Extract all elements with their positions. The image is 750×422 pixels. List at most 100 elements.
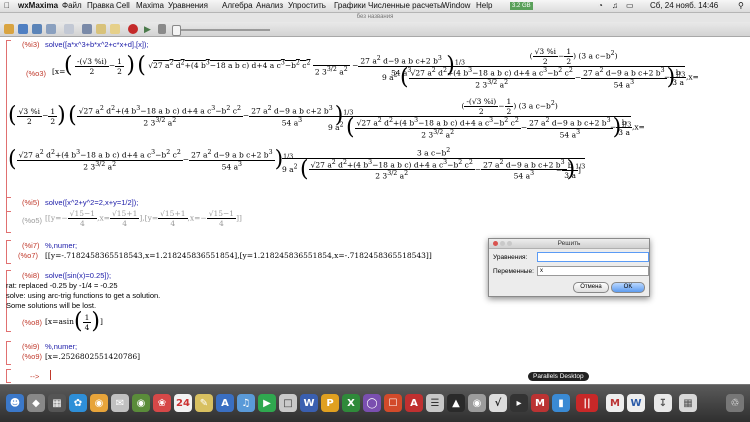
worksheet[interactable]: (%i3) solve([a*x^3+b*x^2+c*x+d],[x]); (%… bbox=[0, 37, 750, 384]
input-expression[interactable]: solve([a*x^3+b*x^2+c*x+d],[x]); bbox=[45, 40, 149, 49]
new-document-icon[interactable] bbox=[4, 24, 14, 34]
parallels-vm-icon[interactable]: || bbox=[576, 394, 598, 412]
cancel-button[interactable]: Отмена bbox=[573, 282, 609, 293]
output-expression: [[y=-.7182458365518543,x=1.2182458365518… bbox=[45, 251, 432, 260]
copy-icon[interactable] bbox=[96, 24, 106, 34]
output-label: (%o5) bbox=[22, 216, 43, 225]
itunes-icon[interactable]: ♫ bbox=[237, 394, 255, 412]
onenote-icon[interactable]: ◯ bbox=[363, 394, 381, 412]
print-icon[interactable] bbox=[46, 24, 56, 34]
cell-bracket[interactable] bbox=[6, 240, 11, 264]
menu-app[interactable]: wxMaxima bbox=[18, 0, 58, 12]
menu-plots[interactable]: Графики bbox=[334, 0, 366, 12]
interrupt-icon[interactable] bbox=[128, 24, 138, 34]
message-line: solve: using arc-trig functions to get a… bbox=[6, 291, 161, 300]
app-store-icon[interactable]: A bbox=[216, 394, 234, 412]
equations-input[interactable] bbox=[537, 252, 649, 262]
open-icon[interactable] bbox=[18, 24, 28, 34]
b-over-3a: − b 3 a ,x= bbox=[664, 68, 699, 87]
input-expression[interactable]: solve([sin(x)=0.25]); bbox=[45, 271, 111, 280]
slider-knob[interactable] bbox=[172, 25, 181, 36]
text-cursor bbox=[50, 370, 51, 380]
input-expression[interactable]: %,numer; bbox=[45, 241, 77, 250]
volume-icon[interactable]: ♫ bbox=[612, 0, 618, 12]
contacts-icon[interactable]: ◉ bbox=[132, 394, 150, 412]
spotlight-icon[interactable]: ⚲ bbox=[738, 0, 744, 12]
solve-dialog: Решить Уравнения: Переменные: Отмена OK bbox=[488, 238, 650, 297]
cut-icon[interactable] bbox=[82, 24, 92, 34]
close-icon[interactable] bbox=[493, 241, 498, 246]
cubic-root-term-3: (√27 a2 d2+(4 b3−18 a b c) d+4 a c3−b2 c… bbox=[8, 147, 294, 172]
wifi-icon[interactable]: ◔ bbox=[598, 0, 603, 12]
disk-utility-icon[interactable]: ◉ bbox=[468, 394, 486, 412]
battery-icon[interactable]: ▭ bbox=[626, 0, 634, 12]
menu-numeric[interactable]: Численные расчеты bbox=[368, 0, 443, 12]
mathematica-icon[interactable]: M bbox=[606, 394, 624, 412]
b-over-3a-3: − b 3 a] bbox=[556, 161, 581, 180]
menu-edit[interactable]: Правка bbox=[87, 0, 114, 12]
menu-window[interactable]: Window bbox=[442, 0, 470, 12]
notes-icon[interactable]: ✎ bbox=[195, 394, 213, 412]
menu-algebra[interactable]: Алгебра bbox=[222, 0, 253, 12]
play-icon[interactable]: ▶ bbox=[144, 24, 154, 34]
menu-help[interactable]: Help bbox=[476, 0, 492, 12]
acrobat-icon[interactable]: A bbox=[405, 394, 423, 412]
stop-icon[interactable] bbox=[158, 24, 166, 34]
minimize-icon[interactable] bbox=[500, 241, 505, 246]
parallels-icon[interactable]: ▮ bbox=[552, 394, 570, 412]
mission-control-icon[interactable]: ▦ bbox=[48, 394, 66, 412]
trash-icon[interactable]: ♲ bbox=[726, 394, 744, 412]
message-line: rat: replaced -0.25 by -1/4 = -0.25 bbox=[6, 281, 118, 290]
zoom-icon[interactable] bbox=[507, 241, 512, 246]
cell-bracket[interactable] bbox=[6, 197, 11, 233]
menu-clock[interactable]: Сб, 24 нояб. 14:46 bbox=[650, 0, 718, 12]
input-expression[interactable]: %,numer; bbox=[45, 342, 77, 351]
equations-label: Уравнения: bbox=[493, 254, 528, 261]
launchpad-icon[interactable]: ◆ bbox=[27, 394, 45, 412]
apple-icon[interactable]:  bbox=[4, 0, 10, 12]
animation-slider[interactable] bbox=[178, 29, 270, 31]
menu-cell[interactable]: Cell bbox=[116, 0, 130, 12]
word-icon[interactable]: W bbox=[300, 394, 318, 412]
activity-monitor-icon[interactable]: ▲ bbox=[447, 394, 465, 412]
input-prompt[interactable]: --> bbox=[30, 372, 39, 381]
menu-simplify[interactable]: Упростить bbox=[288, 0, 326, 12]
photo-icon[interactable]: ❀ bbox=[153, 394, 171, 412]
chrome-icon[interactable]: ◉ bbox=[90, 394, 108, 412]
b-over-3a-2: − b 3 a ,x= bbox=[610, 118, 645, 137]
cell-bracket[interactable] bbox=[6, 369, 11, 383]
calendar-icon[interactable]: 24 bbox=[174, 394, 192, 412]
input-expression[interactable]: solve([x^2+y^2=2,x+y=1/2]); bbox=[45, 198, 138, 207]
menu-equations[interactable]: Уравнения bbox=[168, 0, 208, 12]
powerpoint-icon[interactable]: P bbox=[321, 394, 339, 412]
input-label: (%i7) bbox=[22, 241, 40, 250]
pdf-reader-icon[interactable]: ☐ bbox=[384, 394, 402, 412]
documents-icon[interactable]: ▦ bbox=[679, 394, 697, 412]
menu-analysis[interactable]: Анализ bbox=[256, 0, 283, 12]
mail-icon[interactable]: ✉ bbox=[111, 394, 129, 412]
output-label: (%o8) bbox=[22, 318, 43, 327]
fraction-term: (√3 %i 2−1 2) (3 a c−b2) 9 a2 (√27 a2 d2+(… bbox=[382, 47, 686, 90]
menu-maxima[interactable]: Maxima bbox=[136, 0, 164, 12]
maxima-icon[interactable]: M bbox=[531, 394, 549, 412]
input-label: (%i8) bbox=[22, 271, 40, 280]
downloads-icon[interactable]: ↧ bbox=[654, 394, 672, 412]
preview-icon[interactable]: □ bbox=[279, 394, 297, 412]
safari-icon[interactable]: ✿ bbox=[69, 394, 87, 412]
excel-icon[interactable]: X bbox=[342, 394, 360, 412]
preferences-icon[interactable] bbox=[64, 24, 74, 34]
facetime-icon[interactable]: ▶ bbox=[258, 394, 276, 412]
toolbar: ▶ bbox=[0, 22, 750, 37]
menu-file[interactable]: Файл bbox=[62, 0, 82, 12]
ok-button[interactable]: OK bbox=[611, 282, 645, 293]
textedit-icon[interactable]: ☰ bbox=[426, 394, 444, 412]
finder-icon[interactable]: ☻ bbox=[6, 394, 24, 412]
wxmaxima-dock-icon[interactable]: √ bbox=[489, 394, 507, 412]
variables-input[interactable] bbox=[537, 266, 649, 276]
cell-bracket[interactable] bbox=[6, 341, 11, 365]
word-doc-icon[interactable]: W bbox=[627, 394, 645, 412]
terminal-icon[interactable]: ▸ bbox=[510, 394, 528, 412]
paste-icon[interactable] bbox=[110, 24, 120, 34]
output-expression: [[y=− √15−1 4 ,x= √15+1 4],[y= √15+1 4 ,x=− √15−1… bbox=[45, 209, 242, 228]
save-icon[interactable] bbox=[32, 24, 42, 34]
